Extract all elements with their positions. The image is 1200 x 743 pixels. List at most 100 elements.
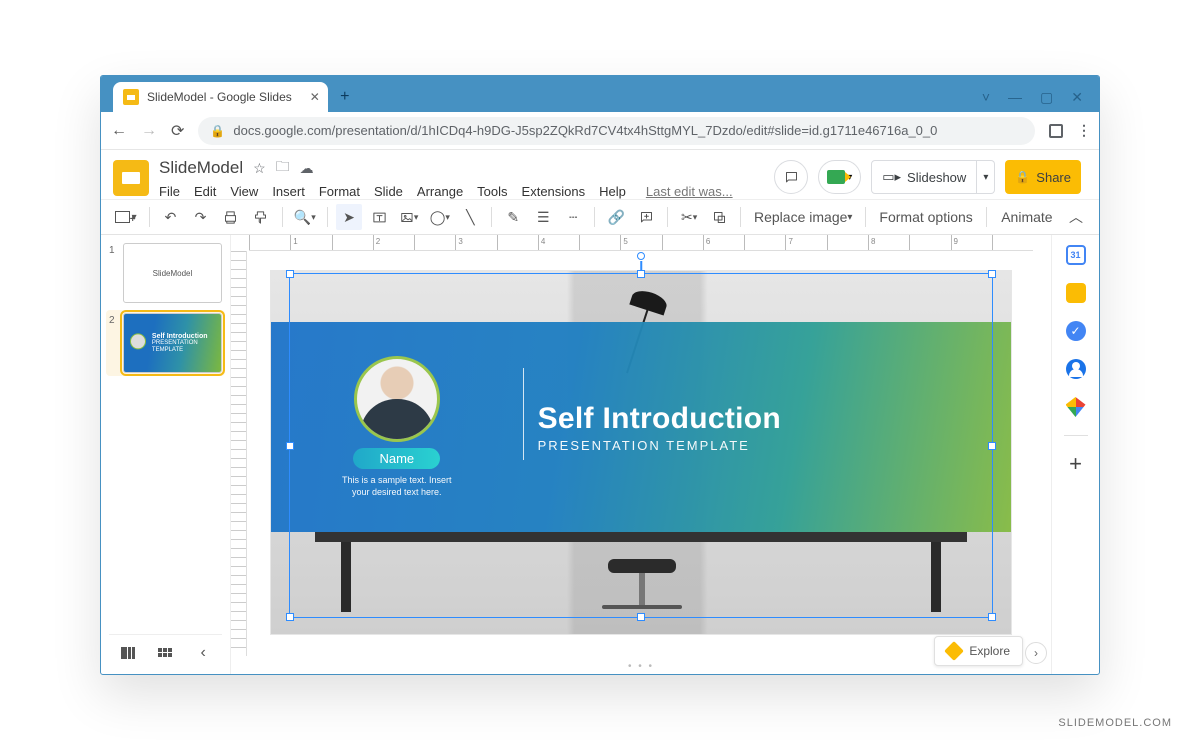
thumbnail-view-switch: ‹ bbox=[109, 634, 222, 670]
menu-format[interactable]: Format bbox=[319, 184, 360, 199]
extensions-icon[interactable] bbox=[1049, 124, 1063, 138]
thumbnail-2[interactable]: 2 Self IntroductionPRESENTATION TEMPLATE bbox=[106, 310, 225, 376]
slides-logo-icon[interactable] bbox=[113, 160, 149, 196]
explore-icon bbox=[944, 641, 964, 661]
calendar-icon[interactable] bbox=[1066, 245, 1086, 265]
document-title[interactable]: SlideModel bbox=[159, 158, 243, 178]
speaker-notes-handle[interactable]: • • • bbox=[628, 661, 654, 672]
forward-button[interactable]: → bbox=[141, 122, 157, 140]
line-weight-button[interactable]: ☰ bbox=[530, 204, 556, 230]
header-actions: ▾ ▭▸ Slideshow ▾ 🔒 Share bbox=[774, 156, 1087, 194]
address-bar[interactable]: 🔒 docs.google.com/presentation/d/1hICDq4… bbox=[198, 117, 1035, 145]
contacts-icon[interactable] bbox=[1066, 359, 1086, 379]
window-close-button[interactable]: ✕ bbox=[1071, 89, 1083, 106]
toolbar: ▾ ↶ ↷ 🔍▾ ➤ ▾ ◯▾ ╲ ✎ ☰ ┄ 🔗 ✂▾ Replace ima… bbox=[101, 199, 1099, 235]
pen-color-button[interactable]: ✎ bbox=[500, 204, 526, 230]
link-button[interactable]: 🔗 bbox=[603, 204, 629, 230]
line-dash-button[interactable]: ┄ bbox=[560, 204, 586, 230]
rotate-handle[interactable] bbox=[637, 252, 645, 260]
menu-insert[interactable]: Insert bbox=[272, 184, 305, 199]
last-edit-link[interactable]: Last edit was... bbox=[646, 184, 733, 199]
paint-format-button[interactable] bbox=[248, 204, 274, 230]
zoom-button[interactable]: 🔍▾ bbox=[290, 204, 319, 230]
window-minimize-icon[interactable]: ˅ bbox=[982, 89, 990, 106]
menu-arrange[interactable]: Arrange bbox=[417, 184, 463, 199]
slideshow-dropdown[interactable]: ▾ bbox=[977, 160, 995, 194]
reload-button[interactable]: ⟳ bbox=[171, 121, 184, 141]
thumbnail-1[interactable]: 1 SlideModel bbox=[109, 243, 222, 303]
menu-edit[interactable]: Edit bbox=[194, 184, 216, 199]
filmstrip-view-icon[interactable] bbox=[118, 646, 138, 660]
resize-handle[interactable] bbox=[988, 270, 996, 278]
meet-button[interactable]: ▾ bbox=[818, 160, 861, 194]
textbox-button[interactable] bbox=[366, 204, 392, 230]
menu-file[interactable]: File bbox=[159, 184, 180, 199]
resize-handle[interactable] bbox=[637, 270, 645, 278]
image-button[interactable]: ▾ bbox=[396, 204, 422, 230]
line-button[interactable]: ╲ bbox=[457, 204, 483, 230]
new-tab-button[interactable]: + bbox=[332, 84, 358, 110]
menu-bar: File Edit View Insert Format Slide Arran… bbox=[159, 184, 764, 199]
window-maximize-button[interactable]: ▢ bbox=[1040, 89, 1053, 106]
star-icon[interactable]: ☆ bbox=[253, 160, 266, 177]
slideshow-button[interactable]: ▭▸ Slideshow bbox=[871, 160, 977, 194]
browser-titlebar: SlideModel - Google Slides ✕ + ˅ — ▢ ✕ bbox=[101, 76, 1099, 112]
print-button[interactable] bbox=[218, 204, 244, 230]
panel-collapse-icon[interactable]: ‹ bbox=[193, 646, 213, 660]
comment-add-button[interactable] bbox=[633, 204, 659, 230]
select-tool[interactable]: ➤ bbox=[336, 204, 362, 230]
resize-handle[interactable] bbox=[988, 613, 996, 621]
explore-label: Explore bbox=[969, 644, 1010, 658]
resize-handle[interactable] bbox=[637, 613, 645, 621]
slide-stage[interactable]: Name This is a sample text. Insertyour d… bbox=[271, 271, 1011, 634]
resize-handle[interactable] bbox=[286, 270, 294, 278]
toolbar-collapse-icon[interactable]: ︿ bbox=[1063, 204, 1089, 230]
tab-title: SlideModel - Google Slides bbox=[147, 90, 292, 104]
workspace: 1 SlideModel 2 Self IntroductionPRESENTA… bbox=[101, 235, 1099, 674]
thumb-preview-1[interactable]: SlideModel bbox=[123, 243, 222, 303]
addons-plus-icon[interactable]: + bbox=[1066, 454, 1086, 474]
back-button[interactable]: ← bbox=[111, 122, 127, 140]
tasks-icon[interactable] bbox=[1066, 321, 1086, 341]
lock-icon: 🔒 bbox=[1015, 170, 1030, 184]
slideshow-split-button: ▭▸ Slideshow ▾ bbox=[871, 160, 995, 194]
window-minimize-button[interactable]: — bbox=[1008, 89, 1022, 106]
undo-button[interactable]: ↶ bbox=[158, 204, 184, 230]
tab-close-icon[interactable]: ✕ bbox=[310, 90, 320, 104]
move-icon[interactable]: 🗀 bbox=[276, 156, 290, 180]
cloud-status-icon[interactable]: ☁ bbox=[300, 160, 314, 177]
menu-extensions[interactable]: Extensions bbox=[522, 184, 586, 199]
menu-help[interactable]: Help bbox=[599, 184, 626, 199]
lock-icon: 🔒 bbox=[210, 124, 225, 138]
browser-menu-icon[interactable]: ⋮ bbox=[1077, 122, 1089, 139]
comments-icon[interactable] bbox=[774, 160, 808, 194]
google-side-panel: + bbox=[1051, 235, 1099, 674]
format-options-button[interactable]: Format options bbox=[874, 204, 978, 230]
explore-button[interactable]: Explore bbox=[934, 636, 1023, 666]
sidepanel-toggle-icon[interactable]: › bbox=[1025, 642, 1047, 664]
thumb-number: 1 bbox=[109, 243, 117, 256]
shape-button[interactable]: ◯▾ bbox=[426, 204, 453, 230]
grid-view-icon[interactable] bbox=[155, 646, 175, 660]
share-button[interactable]: 🔒 Share bbox=[1005, 160, 1081, 194]
slides-favicon bbox=[123, 89, 139, 105]
share-label: Share bbox=[1036, 170, 1071, 185]
browser-tab-active[interactable]: SlideModel - Google Slides ✕ bbox=[113, 82, 328, 112]
selection-outline[interactable] bbox=[289, 273, 993, 618]
redo-button[interactable]: ↷ bbox=[188, 204, 214, 230]
resize-handle[interactable] bbox=[286, 442, 294, 450]
menu-tools[interactable]: Tools bbox=[477, 184, 507, 199]
thumb-preview-2[interactable]: Self IntroductionPRESENTATION TEMPLATE bbox=[123, 313, 222, 373]
menu-view[interactable]: View bbox=[230, 184, 258, 199]
new-slide-button[interactable]: ▾ bbox=[111, 204, 141, 230]
menu-slide[interactable]: Slide bbox=[374, 184, 403, 199]
resize-handle[interactable] bbox=[286, 613, 294, 621]
crop-button[interactable]: ✂▾ bbox=[676, 204, 702, 230]
keep-icon[interactable] bbox=[1066, 283, 1086, 303]
replace-image-button[interactable]: Replace image ▾ bbox=[749, 204, 857, 230]
maps-icon[interactable] bbox=[1066, 397, 1086, 417]
animate-button[interactable]: Animate bbox=[995, 204, 1059, 230]
resize-handle[interactable] bbox=[988, 442, 996, 450]
mask-button[interactable] bbox=[706, 204, 732, 230]
slide-canvas[interactable]: 123456789 Name This is a sample text. In… bbox=[231, 235, 1051, 674]
